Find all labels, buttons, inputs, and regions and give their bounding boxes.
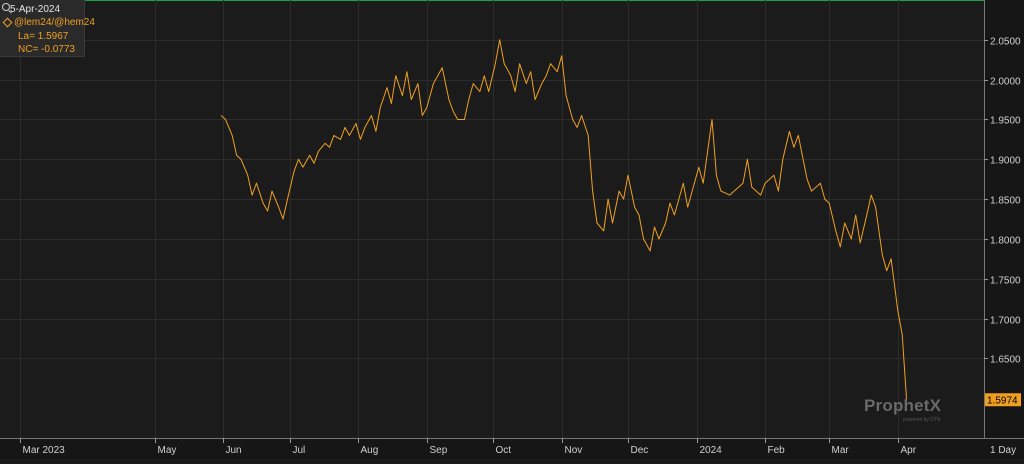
y-tick-label: 2.0000 xyxy=(990,77,1021,88)
y-tick-label: 2.0500 xyxy=(990,37,1021,48)
last-value-label: 1.5974 xyxy=(987,395,1018,406)
magnifier-icon[interactable] xyxy=(2,3,10,11)
x-tick-label: Oct xyxy=(496,445,512,456)
price-series-line xyxy=(220,39,908,401)
y-tick-label: 1.7500 xyxy=(990,276,1021,287)
x-tick-label: May xyxy=(158,445,177,456)
x-tick-label: Jul xyxy=(293,445,306,456)
y-tick-label: 1.8500 xyxy=(990,196,1021,207)
y-tick-label: 1.7000 xyxy=(990,316,1021,327)
info-date: 5-Apr-2024 xyxy=(10,4,61,15)
y-tick-label: 1.6500 xyxy=(990,355,1021,366)
x-tick-label: Dec xyxy=(631,445,649,456)
y-axis-panel xyxy=(984,0,1024,459)
x-tick-label: Nov xyxy=(565,445,583,456)
x-tick-label: 2024 xyxy=(700,445,723,456)
chart-svg: 2.0500 2.0000 1.9500 1.9000 1.8500 1.8000 1.75… xyxy=(0,0,1024,459)
x-tick-label: Feb xyxy=(768,445,786,456)
timeframe-label[interactable]: 1 Day xyxy=(990,445,1016,456)
x-axis-panel xyxy=(0,438,1024,459)
y-tick-label: 1.8000 xyxy=(990,236,1021,247)
x-tick-label: Sep xyxy=(430,445,448,456)
x-tick-label: Mar 2023 xyxy=(23,445,66,456)
info-box: 5-Apr-2024 @lem24/@hem24 La= 1.5967 NC= … xyxy=(0,0,95,57)
price-chart[interactable]: 2.0500 2.0000 1.9500 1.9000 1.8500 1.8000 1.75… xyxy=(0,0,1024,459)
x-tick-label: Apr xyxy=(901,445,917,456)
y-tick-label: 1.9000 xyxy=(990,156,1021,167)
x-tick-label: Jun xyxy=(226,445,242,456)
diamond-icon xyxy=(2,17,13,28)
prophetx-logo: ProphetX xyxy=(864,396,942,415)
info-net-change: NC= -0.0773 xyxy=(18,44,75,55)
info-last: La= 1.5967 xyxy=(18,31,69,42)
info-symbol: @lem24/@hem24 xyxy=(14,17,95,28)
y-tick-label: 1.9500 xyxy=(990,116,1021,127)
prophetx-logo-sub: powered by DTN xyxy=(903,417,941,423)
x-tick-label: Mar xyxy=(832,445,850,456)
x-tick-label: Aug xyxy=(361,445,379,456)
